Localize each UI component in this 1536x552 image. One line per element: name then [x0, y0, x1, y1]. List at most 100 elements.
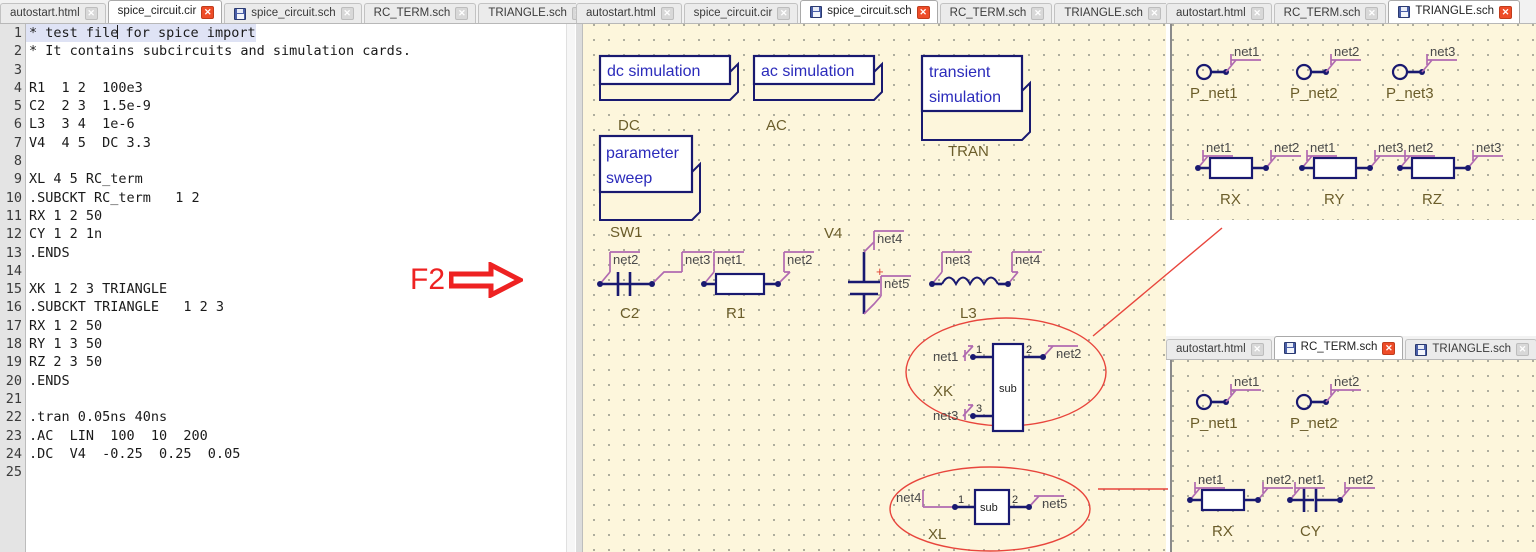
- sim-block-dc[interactable]: dc simulation DC: [600, 56, 738, 134]
- close-icon[interactable]: ✕: [661, 7, 674, 20]
- code-line[interactable]: 2* It contains subcircuits and simulatio…: [0, 42, 411, 60]
- component-RZ[interactable]: net2 net3 RZ: [1397, 140, 1503, 208]
- code-line[interactable]: 8: [0, 152, 411, 170]
- tab-spice-circuit-sch[interactable]: spice_circuit.sch ✕: [224, 3, 361, 23]
- code-line[interactable]: 1* test file for spice import: [0, 24, 411, 42]
- tab-autostart-html[interactable]: autostart.html ✕: [1166, 339, 1272, 359]
- close-icon[interactable]: ✕: [1516, 343, 1529, 356]
- line-number: 6: [0, 115, 26, 133]
- code-line[interactable]: 4R1 1 2 100e3: [0, 79, 411, 97]
- tab-rc-term-sch[interactable]: RC_TERM.sch ✕: [1274, 336, 1404, 359]
- close-icon[interactable]: ✕: [1031, 7, 1044, 20]
- code-line[interactable]: 15XK 1 2 3 TRIANGLE: [0, 280, 411, 298]
- component-ref: XK: [933, 383, 953, 400]
- editor-vertical-scrollbar[interactable]: [566, 24, 575, 552]
- code-line[interactable]: 20.ENDS: [0, 372, 411, 390]
- code-line[interactable]: 9XL 4 5 RC_term: [0, 170, 411, 188]
- tab-autostart-html[interactable]: autostart.html ✕: [0, 3, 106, 23]
- code-line-text: .tran 0.05ns 40ns: [26, 408, 167, 426]
- code-line[interactable]: 7V4 4 5 DC 3.3: [0, 134, 411, 152]
- component-CY[interactable]: net1 net2 CY: [1287, 472, 1375, 540]
- line-number: 14: [0, 262, 26, 280]
- tab-label: TRIANGLE.sch: [1432, 344, 1511, 356]
- component-R1[interactable]: net1 net2 R1: [701, 252, 814, 322]
- code-line[interactable]: 14: [0, 262, 411, 280]
- code-line[interactable]: 11RX 1 2 50: [0, 207, 411, 225]
- component-RY[interactable]: net1 net3 RY: [1299, 140, 1405, 208]
- close-icon[interactable]: ✕: [1365, 7, 1378, 20]
- close-icon[interactable]: ✕: [1148, 7, 1161, 20]
- code-line[interactable]: 18RY 1 3 50: [0, 335, 411, 353]
- close-icon[interactable]: ✕: [201, 6, 214, 19]
- port-P_net2[interactable]: net2 P_net2: [1290, 374, 1361, 432]
- code-line-text: * It contains subcircuits and simulation…: [26, 42, 411, 60]
- net-label: net1: [933, 349, 958, 364]
- component-RX[interactable]: net1 net2 RX: [1195, 140, 1301, 208]
- code-line[interactable]: 6L3 3 4 1e-6: [0, 115, 411, 133]
- component-L3[interactable]: net3 net4 L3: [929, 252, 1042, 322]
- port-P_net2[interactable]: net2 P_net2: [1290, 44, 1361, 102]
- rcterm-schematic-canvas[interactable]: net1 P_net1 net2 P_net2 net1 net2: [1170, 360, 1536, 552]
- code-text-area[interactable]: 1* test file for spice import2* It conta…: [0, 24, 411, 481]
- tab-triangle-sch[interactable]: TRIANGLE.sch ✕: [1405, 339, 1536, 359]
- port-P_net3[interactable]: net3 P_net3: [1386, 44, 1457, 102]
- close-icon[interactable]: ✕: [1251, 343, 1264, 356]
- close-icon[interactable]: ✕: [85, 7, 98, 20]
- code-line[interactable]: 17RX 1 2 50: [0, 317, 411, 335]
- component-ref: RY: [1324, 191, 1345, 208]
- code-line[interactable]: 16.SUBCKT TRIANGLE 1 2 3: [0, 298, 411, 316]
- component-V4[interactable]: V4 net4 net5 +: [824, 225, 911, 314]
- code-line[interactable]: 10.SUBCKT RC_term 1 2: [0, 189, 411, 207]
- f2-keypress-annotation: F2: [410, 262, 523, 298]
- tab-spice-circuit-sch[interactable]: spice_circuit.sch ✕: [800, 0, 937, 23]
- tab-rc-term-sch[interactable]: RC_TERM.sch ✕: [364, 3, 477, 23]
- component-XL[interactable]: sub 1 net4 2 net5 XL: [890, 467, 1090, 551]
- tab-spice-circuit-cir[interactable]: spice_circuit.cir ✕: [108, 0, 223, 23]
- code-line[interactable]: 5C2 2 3 1.5e-9: [0, 97, 411, 115]
- port-P_net1[interactable]: net1 P_net1: [1190, 44, 1261, 102]
- net-label: net2: [613, 252, 638, 267]
- port-P_net1[interactable]: net1 P_net1: [1190, 374, 1261, 432]
- code-line[interactable]: 19RZ 2 3 50: [0, 353, 411, 371]
- net-label: net1: [1198, 472, 1223, 487]
- sim-block-parameter-sweep[interactable]: parameter sweep SW1: [600, 136, 700, 241]
- code-line-text: R1 1 2 100e3: [26, 79, 143, 97]
- code-line[interactable]: 12CY 1 2 1n: [0, 225, 411, 243]
- close-icon[interactable]: ✕: [1499, 6, 1512, 19]
- tab-spice-circuit-cir[interactable]: spice_circuit.cir ✕: [684, 3, 799, 23]
- close-icon[interactable]: ✕: [1251, 7, 1264, 20]
- main-schematic-canvas[interactable]: dc simulation DC ac simulation AC transi…: [576, 24, 1166, 552]
- code-line[interactable]: 3: [0, 61, 411, 79]
- component-RX[interactable]: net1 net2 RX: [1187, 472, 1293, 540]
- tab-autostart-html[interactable]: autostart.html ✕: [576, 3, 682, 23]
- rcterm-tabstrip: autostart.html ✕ RC_TERM.sch ✕ TRIANGLE.…: [1166, 336, 1536, 360]
- code-line[interactable]: 23.AC LIN 100 10 200: [0, 427, 411, 445]
- code-line[interactable]: 22.tran 0.05ns 40ns: [0, 408, 411, 426]
- close-icon[interactable]: ✕: [917, 6, 930, 19]
- tab-triangle-sch[interactable]: TRIANGLE.sch ✕: [1388, 0, 1520, 23]
- port-ref: P_net2: [1290, 415, 1338, 432]
- code-line[interactable]: 25: [0, 463, 411, 481]
- close-icon[interactable]: ✕: [1382, 342, 1395, 355]
- component-C2[interactable]: net2 net3 C2: [597, 252, 712, 322]
- tab-label: TRIANGLE.sch: [1415, 6, 1494, 18]
- tab-rc-term-sch[interactable]: RC_TERM.sch ✕: [940, 3, 1053, 23]
- close-icon[interactable]: ✕: [777, 7, 790, 20]
- close-icon[interactable]: ✕: [341, 7, 354, 20]
- tab-label: spice_circuit.cir: [118, 6, 197, 18]
- code-line[interactable]: 13.ENDS: [0, 244, 411, 262]
- close-icon[interactable]: ✕: [455, 7, 468, 20]
- code-line[interactable]: 21: [0, 390, 411, 408]
- sim-block-ac[interactable]: ac simulation AC: [754, 56, 882, 134]
- code-line-text: .ENDS: [26, 372, 70, 390]
- tab-rc-term-sch[interactable]: RC_TERM.sch ✕: [1274, 3, 1387, 23]
- code-line[interactable]: 24.DC V4 -0.25 0.25 0.05: [0, 445, 411, 463]
- tab-autostart-html[interactable]: autostart.html ✕: [1166, 3, 1272, 23]
- triangle-schematic-canvas[interactable]: net1 P_net1 net2 P_net2 net3 P_net3: [1170, 24, 1536, 220]
- schematic-left-rail: [576, 24, 583, 552]
- spice-netlist-editor-panel: autostart.html ✕ spice_circuit.cir ✕ spi…: [0, 0, 576, 552]
- sim-block-transient[interactable]: transient simulation TRAN: [922, 56, 1030, 160]
- tab-triangle-sch[interactable]: TRIANGLE.sch ✕: [1054, 3, 1169, 23]
- code-line-text: CY 1 2 1n: [26, 225, 102, 243]
- component-XK[interactable]: sub 1 net1 2 net2 3 net3 XK: [906, 318, 1106, 431]
